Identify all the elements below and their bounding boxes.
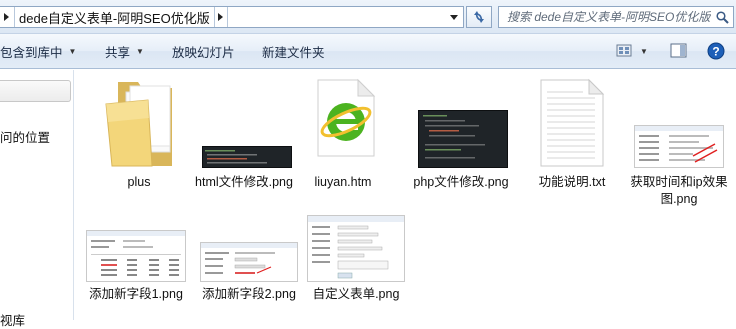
nav-item-recent-places[interactable]: 问的位置	[0, 127, 50, 146]
include-in-library-label: 包含到库中	[0, 45, 63, 60]
new-folder-button[interactable]: 新建文件夹	[262, 34, 325, 68]
help-button[interactable]: ?	[706, 42, 726, 60]
file-name: 功能说明.txt	[538, 175, 606, 189]
navigation-pane: 问的位置 视库	[0, 70, 74, 328]
image-thumbnail	[634, 125, 724, 168]
svg-text:?: ?	[712, 45, 719, 59]
preview-pane-button[interactable]	[668, 42, 690, 60]
preview-pane-icon	[670, 43, 687, 58]
chevron-down-icon: ▼	[640, 46, 648, 56]
address-bar-row: dede自定义表单-阿明SEO优化版	[0, 0, 736, 34]
include-in-library-button[interactable]: 包含到库中 ▼	[0, 34, 76, 68]
list-item[interactable]: 自定义表单.png	[301, 210, 411, 310]
file-name: 自定义表单.png	[312, 287, 400, 301]
chevron-down-icon: ▼	[136, 46, 144, 56]
file-name: html文件修改.png	[195, 175, 293, 189]
image-thumbnail	[202, 146, 292, 168]
list-item[interactable]: plus	[84, 70, 194, 195]
view-options-dropdown[interactable]: ▼	[638, 42, 650, 60]
file-name: plus	[127, 175, 151, 189]
new-folder-label: 新建文件夹	[262, 45, 325, 60]
file-name: 添加新字段1.png	[89, 287, 183, 301]
list-item[interactable]: 添加新字段2.png	[194, 210, 304, 310]
chevron-down-icon: ▼	[68, 46, 77, 56]
file-name: 获取时间和ip效果图.png	[630, 175, 728, 206]
list-item[interactable]: liuyan.htm	[288, 70, 398, 195]
refresh-button[interactable]	[466, 6, 492, 28]
help-icon: ?	[707, 42, 725, 60]
image-thumbnail	[86, 230, 186, 282]
chevron-right-icon[interactable]	[213, 7, 228, 27]
search-icon[interactable]	[711, 7, 733, 27]
file-name: 添加新字段2.png	[202, 287, 296, 301]
image-thumbnail	[418, 110, 508, 168]
slideshow-button[interactable]: 放映幻灯片	[172, 34, 235, 68]
list-item[interactable]: 获取时间和ip效果图.png	[624, 70, 734, 210]
image-thumbnail	[200, 242, 298, 282]
list-item[interactable]: 功能说明.txt	[517, 70, 627, 195]
file-list: plus html文件修改.png liuyan.htm php文件修改.png…	[76, 70, 736, 320]
image-thumbnail	[307, 215, 405, 282]
chevron-right-icon[interactable]	[0, 7, 14, 27]
file-name: php文件修改.png	[413, 175, 509, 189]
html-file-icon	[317, 78, 376, 157]
breadcrumb-segment[interactable]: dede自定义表单-阿明SEO优化版	[15, 8, 214, 27]
list-item[interactable]: html文件修改.png	[189, 70, 299, 210]
refresh-icon	[474, 11, 484, 23]
favorites-header[interactable]	[0, 80, 71, 102]
address-history-dropdown[interactable]	[445, 7, 463, 27]
list-item[interactable]: 添加新字段1.png	[76, 210, 186, 310]
file-name: liuyan.htm	[314, 175, 372, 189]
search-box[interactable]	[498, 6, 734, 28]
list-item[interactable]: php文件修改.png	[406, 70, 516, 210]
search-input[interactable]	[499, 8, 711, 26]
address-bar[interactable]: dede自定义表单-阿明SEO优化版	[0, 6, 464, 28]
view-icon	[616, 44, 632, 57]
view-options-button[interactable]	[614, 42, 636, 60]
text-file-icon	[540, 78, 605, 167]
command-bar: 包含到库中 ▼ 共享 ▼ 放映幻灯片 新建文件夹 ▼ ?	[0, 34, 736, 69]
share-button[interactable]: 共享 ▼	[105, 34, 144, 68]
folder-icon	[105, 82, 172, 167]
slideshow-label: 放映幻灯片	[172, 45, 235, 60]
share-label: 共享	[105, 45, 131, 60]
